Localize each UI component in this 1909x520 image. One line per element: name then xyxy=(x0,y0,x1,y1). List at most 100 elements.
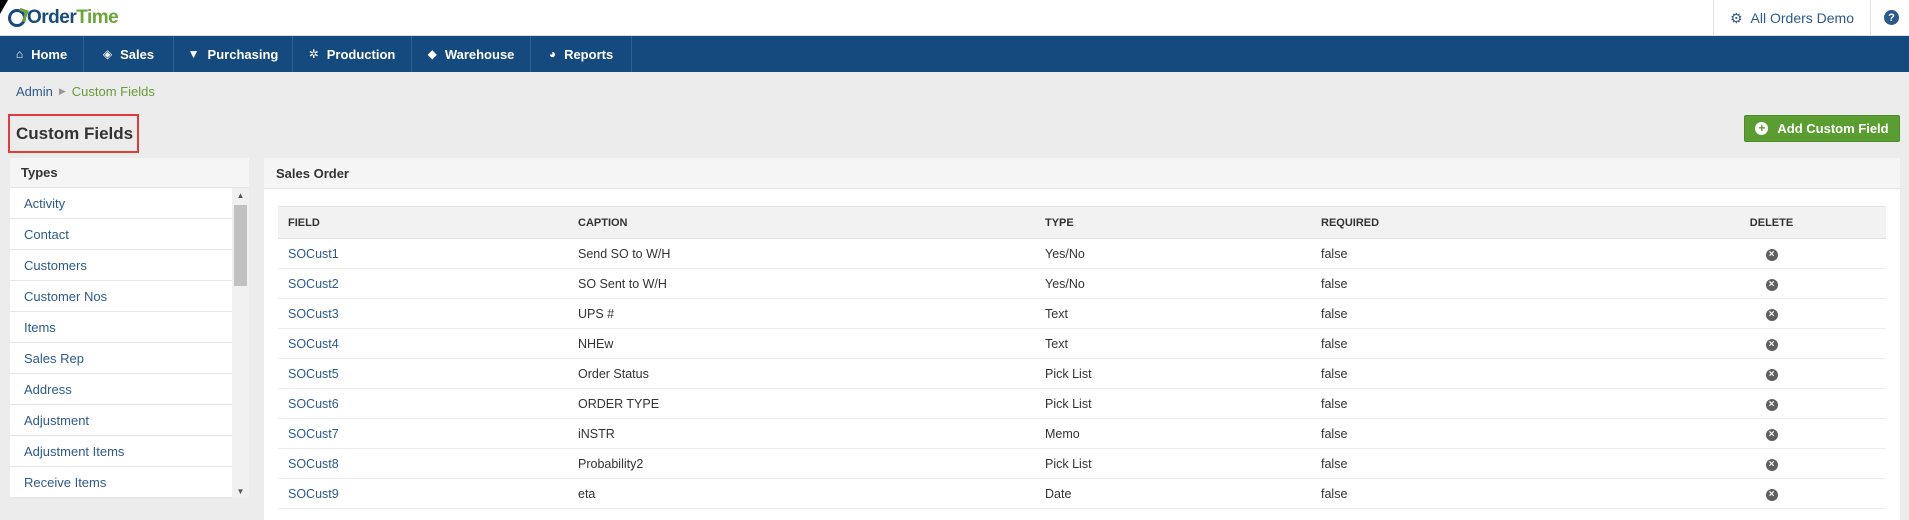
caption-cell: eta xyxy=(568,478,1035,509)
required-cell: false xyxy=(1311,478,1657,509)
nav-sales-label: Sales xyxy=(120,46,155,62)
type-cell: Text xyxy=(1035,298,1311,329)
type-item-adjustment[interactable]: Adjustment xyxy=(10,405,232,436)
caption-cell: Order Status xyxy=(568,358,1035,389)
add-custom-field-label: Add Custom Field xyxy=(1777,121,1889,136)
delete-x-icon[interactable]: × xyxy=(1765,339,1778,351)
table-header-row: FIELD CAPTION TYPE REQUIRED DELETE xyxy=(278,206,1886,239)
delete-cell: × xyxy=(1657,448,1886,479)
nav-purchasing[interactable]: ▼ Purchasing xyxy=(174,36,293,72)
company-menu[interactable]: ⚙ All Orders Demo xyxy=(1712,0,1871,36)
delete-cell: × xyxy=(1657,298,1886,329)
table-row: SOCust7 iNSTR Memo false × xyxy=(278,418,1886,449)
required-cell: false xyxy=(1311,328,1657,359)
column-header-delete: DELETE xyxy=(1657,206,1886,239)
column-header-required[interactable]: REQUIRED xyxy=(1311,206,1657,239)
nav-production[interactable]: ✲ Production xyxy=(293,36,412,72)
types-list: Activity Contact Customers Customer Nos … xyxy=(10,188,232,498)
types-scrollbar[interactable]: ▲ ▼ xyxy=(232,188,249,498)
nav-reports-label: Reports xyxy=(564,46,614,62)
type-cell: Memo xyxy=(1035,418,1311,449)
field-cell[interactable]: SOCust5 xyxy=(278,358,568,389)
delete-x-icon[interactable]: × xyxy=(1765,309,1778,321)
type-item-adjustment-items[interactable]: Adjustment Items xyxy=(10,436,232,467)
delete-cell: × xyxy=(1657,388,1886,419)
type-item-customer-nos[interactable]: Customer Nos xyxy=(10,281,232,312)
type-cell: Yes/No xyxy=(1035,268,1311,299)
type-cell: Text xyxy=(1035,328,1311,359)
type-item-receive-items[interactable]: Receive Items xyxy=(10,467,232,498)
scroll-thumb[interactable] xyxy=(234,205,247,286)
field-cell[interactable]: SOCust2 xyxy=(278,268,568,299)
type-cell: Pick List xyxy=(1035,358,1311,389)
plus-circle-icon: + xyxy=(1755,122,1769,135)
column-header-caption[interactable]: CAPTION xyxy=(568,206,1035,239)
caption-cell: Probability2 xyxy=(568,448,1035,479)
caption-cell: iNSTR xyxy=(568,418,1035,449)
required-cell: false xyxy=(1311,238,1657,269)
gears-icon: ✲ xyxy=(308,47,319,61)
nav-purchasing-label: Purchasing xyxy=(207,46,279,62)
delete-x-icon[interactable]: × xyxy=(1765,249,1778,261)
delete-x-icon[interactable]: × xyxy=(1765,489,1778,501)
caption-cell: Send SO to W/H xyxy=(568,238,1035,269)
scroll-up-icon[interactable]: ▲ xyxy=(232,188,249,202)
nav-sales[interactable]: ◈ Sales xyxy=(84,36,174,72)
company-name: All Orders Demo xyxy=(1750,10,1854,26)
nav-home-label: Home xyxy=(31,46,68,62)
logo-ring-icon xyxy=(8,9,26,27)
type-item-contact[interactable]: Contact xyxy=(10,219,232,250)
field-cell[interactable]: SOCust8 xyxy=(278,448,568,479)
nav-home[interactable]: ⌂ Home xyxy=(0,36,84,72)
type-item-activity[interactable]: Activity xyxy=(10,188,232,219)
required-cell: false xyxy=(1311,388,1657,419)
table-row: SOCust2 SO Sent to W/H Yes/No false × xyxy=(278,268,1886,299)
nav-warehouse-label: Warehouse xyxy=(444,46,515,62)
logo-text-time: Time xyxy=(76,7,119,28)
field-cell[interactable]: SOCust9 xyxy=(278,478,568,509)
delete-x-icon[interactable]: × xyxy=(1765,369,1778,381)
field-cell[interactable]: SOCust4 xyxy=(278,328,568,359)
delete-x-icon[interactable]: × xyxy=(1765,459,1778,471)
help-icon[interactable]: ? xyxy=(1884,10,1899,25)
page-title: Custom Fields xyxy=(8,114,139,153)
column-header-type[interactable]: TYPE xyxy=(1035,206,1311,239)
scroll-down-icon[interactable]: ▼ xyxy=(232,484,249,498)
field-cell[interactable]: SOCust1 xyxy=(278,238,568,269)
types-panel: Types Activity Contact Customers Custome… xyxy=(10,158,249,498)
home-icon: ⌂ xyxy=(15,47,24,61)
tag-icon: ◈ xyxy=(102,47,113,61)
delete-cell: × xyxy=(1657,478,1886,509)
table-row: SOCust1 Send SO to W/H Yes/No false × xyxy=(278,238,1886,269)
caption-cell: ORDER TYPE xyxy=(568,388,1035,419)
type-item-items[interactable]: Items xyxy=(10,312,232,343)
required-cell: false xyxy=(1311,268,1657,299)
type-item-address[interactable]: Address xyxy=(10,374,232,405)
delete-cell: × xyxy=(1657,418,1886,449)
ordertime-logo[interactable]: Order Time xyxy=(8,5,119,31)
caption-cell: SO Sent to W/H xyxy=(568,268,1035,299)
column-header-field[interactable]: FIELD xyxy=(278,206,568,239)
delete-x-icon[interactable]: × xyxy=(1765,399,1778,411)
caption-cell: UPS # xyxy=(568,298,1035,329)
breadcrumb-admin[interactable]: Admin xyxy=(16,84,53,99)
type-cell: Pick List xyxy=(1035,448,1311,479)
delete-x-icon[interactable]: × xyxy=(1765,429,1778,441)
delete-x-icon[interactable]: × xyxy=(1765,279,1778,291)
type-item-sales-rep[interactable]: Sales Rep xyxy=(10,343,232,374)
delete-cell: × xyxy=(1657,328,1886,359)
types-header: Types xyxy=(10,158,249,188)
type-cell: Date xyxy=(1035,478,1311,509)
required-cell: false xyxy=(1311,298,1657,329)
field-cell[interactable]: SOCust6 xyxy=(278,388,568,419)
caption-cell: NHEw xyxy=(568,328,1035,359)
add-custom-field-button[interactable]: + Add Custom Field xyxy=(1744,115,1900,142)
table-row: SOCust4 NHEw Text false × xyxy=(278,328,1886,359)
field-cell[interactable]: SOCust7 xyxy=(278,418,568,449)
nav-warehouse[interactable]: ◆ Warehouse xyxy=(412,36,531,72)
type-item-customers[interactable]: Customers xyxy=(10,250,232,281)
field-cell[interactable]: SOCust3 xyxy=(278,298,568,329)
delete-cell: × xyxy=(1657,238,1886,269)
required-cell: false xyxy=(1311,358,1657,389)
nav-reports[interactable]: ◕ Reports xyxy=(531,36,632,72)
